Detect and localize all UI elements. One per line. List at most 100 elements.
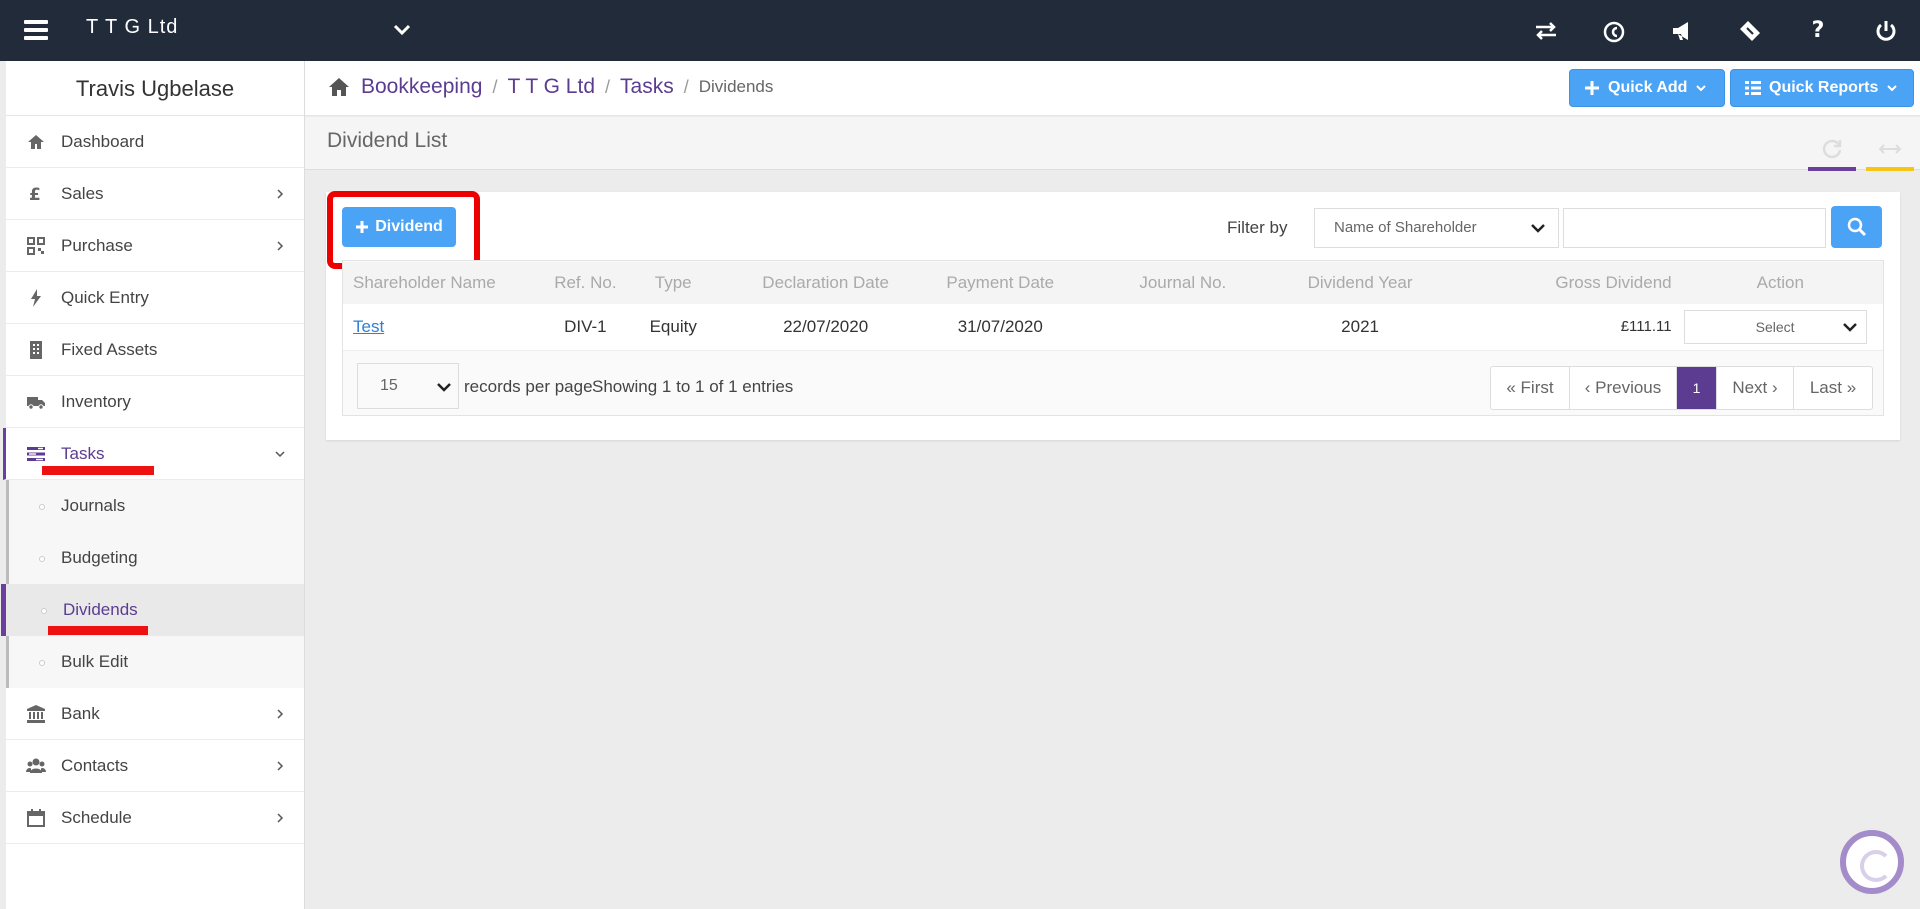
annotation-highlight-box [327, 191, 480, 269]
sidebar-item-inventory[interactable]: Inventory [6, 376, 304, 428]
sidebar-item-quick-entry[interactable]: Quick Entry [6, 272, 304, 324]
shareholder-link[interactable]: Test [353, 317, 384, 336]
cell-shareholder: Test [343, 304, 545, 351]
home-icon[interactable] [327, 75, 351, 99]
column-header[interactable]: Type [626, 262, 720, 304]
page-header: Dividend List [305, 117, 1920, 171]
chevron-down-icon [275, 451, 285, 458]
sidebar-subitem-dividends[interactable]: Dividends [1, 584, 304, 636]
breadcrumb-company[interactable]: T T G Ltd [507, 75, 595, 99]
bullet-icon [41, 608, 47, 614]
qrcode-icon [26, 236, 46, 256]
column-header[interactable]: Journal No. [1069, 262, 1297, 304]
page-title: Dividend List [327, 129, 448, 152]
per-page-label: records per page [464, 377, 593, 396]
refresh-icon[interactable] [1808, 127, 1856, 171]
action-select[interactable]: Select [1683, 309, 1867, 344]
cell-ref: DIV-1 [544, 304, 627, 351]
chat-widget-icon[interactable] [1840, 830, 1904, 894]
column-header[interactable]: Declaration Date [719, 262, 932, 304]
per-page-value: 15 [380, 377, 398, 394]
column-header[interactable]: Shareholder Name [343, 262, 545, 304]
breadcrumb-bar: Bookkeeping / T T G Ltd / Tasks / Divide… [305, 61, 1920, 116]
sidebar-subitem-label: Bulk Edit [61, 652, 129, 671]
sidebar-subitem-journals[interactable]: Journals [9, 480, 304, 532]
chevron-down-icon [1531, 224, 1545, 233]
entries-info: Showing 1 to 1 of 1 entries [592, 377, 794, 396]
breadcrumb-tasks[interactable]: Tasks [620, 75, 674, 99]
quick-add-label: Quick Add [1608, 79, 1688, 96]
pager-next[interactable]: Next › [1717, 367, 1794, 409]
home-icon [26, 132, 46, 152]
action-select-value: Select [1755, 318, 1795, 335]
breadcrumb-bookkeeping[interactable]: Bookkeeping [361, 75, 482, 99]
column-header[interactable]: Payment Date [931, 262, 1070, 304]
sidebar-item-sales[interactable]: £ Sales [6, 168, 304, 220]
sidebar-subitem-label: Dividends [63, 600, 138, 619]
cell-declaration-date: 22/07/2020 [719, 304, 932, 351]
sidebar-item-label: Tasks [61, 443, 105, 463]
quick-add-button[interactable]: Quick Add [1569, 69, 1725, 107]
sidebar-item-label: Purchase [61, 235, 133, 255]
bullet-icon [39, 504, 45, 510]
sidebar-subitem-label: Budgeting [61, 548, 138, 567]
company-name[interactable]: T T G Ltd [86, 16, 178, 39]
column-header: Action [1677, 262, 1883, 304]
pager-previous[interactable]: ‹ Previous [1570, 367, 1677, 409]
sidebar-item-purchase[interactable]: Purchase [6, 220, 304, 272]
plus-icon [1585, 81, 1599, 95]
breadcrumb: Bookkeeping / T T G Ltd / Tasks / Divide… [327, 75, 773, 99]
column-header[interactable]: Dividend Year [1296, 262, 1424, 304]
megaphone-icon[interactable] [1648, 0, 1716, 61]
bullet-icon [39, 660, 45, 666]
sidebar-subitem-budgeting[interactable]: Budgeting [9, 532, 304, 584]
ticket-icon[interactable] [1716, 0, 1784, 61]
chevron-down-icon [437, 383, 451, 392]
filter-by-select[interactable]: Name of Shareholder [1314, 208, 1559, 248]
menu-toggle-icon[interactable] [24, 20, 48, 40]
cell-dividend-year: 2021 [1296, 304, 1424, 351]
currency-icon[interactable] [1580, 0, 1648, 61]
breadcrumb-current: Dividends [698, 77, 774, 96]
sidebar-user-name: Travis Ugbelase [6, 61, 304, 116]
cell-gross-dividend: £111.11 [1423, 304, 1678, 351]
company-chevron-down-icon[interactable] [392, 20, 412, 40]
column-header[interactable]: Ref. No. [544, 262, 627, 304]
sidebar-item-label: Bank [61, 703, 100, 723]
chevron-right-icon [277, 241, 284, 251]
sidebar-item-label: Sales [61, 183, 104, 203]
pager-first[interactable]: « First [1491, 367, 1570, 409]
chevron-down-icon [1887, 85, 1898, 92]
sidebar-item-contacts[interactable]: Contacts [6, 740, 304, 792]
power-icon[interactable] [1852, 0, 1920, 61]
sidebar-subitem-bulk-edit[interactable]: Bulk Edit [9, 636, 304, 688]
tasks-submenu: Journals Budgeting Dividends Bulk Edit [1, 480, 304, 688]
chevron-right-icon [277, 709, 284, 719]
expand-icon[interactable] [1866, 127, 1914, 171]
bullet-icon [39, 556, 45, 562]
cell-action: Select [1677, 304, 1883, 351]
switch-icon[interactable] [1512, 0, 1580, 61]
pagination: « First ‹ Previous 1 Next › Last » [1490, 366, 1873, 410]
filter-label: Filter by [1227, 218, 1288, 237]
sidebar-item-fixed-assets[interactable]: Fixed Assets [6, 324, 304, 376]
sidebar-item-schedule[interactable]: Schedule [6, 792, 304, 844]
annotation-underline-tasks [42, 466, 154, 475]
bolt-icon [26, 288, 46, 308]
annotation-underline-dividends [48, 626, 148, 635]
search-input[interactable] [1563, 208, 1826, 248]
truck-icon [26, 392, 46, 412]
pager-last[interactable]: Last » [1794, 367, 1872, 409]
filter-select-value: Name of Shareholder [1334, 219, 1477, 236]
quick-reports-button[interactable]: Quick Reports [1730, 69, 1914, 107]
column-header[interactable]: Gross Dividend [1423, 262, 1678, 304]
sidebar: Travis Ugbelase Dashboard £ Sales Purcha… [1, 61, 305, 909]
records-per-page-select[interactable]: 15 [357, 363, 459, 409]
search-button[interactable] [1831, 206, 1882, 248]
help-icon[interactable]: ? [1784, 0, 1852, 61]
sidebar-item-dashboard[interactable]: Dashboard [6, 116, 304, 168]
pager-page-1[interactable]: 1 [1677, 367, 1717, 409]
sidebar-item-bank[interactable]: Bank [6, 688, 304, 740]
calendar-icon [26, 808, 46, 828]
table-header-row: Shareholder Name Ref. No. Type Declarati… [343, 262, 1883, 304]
